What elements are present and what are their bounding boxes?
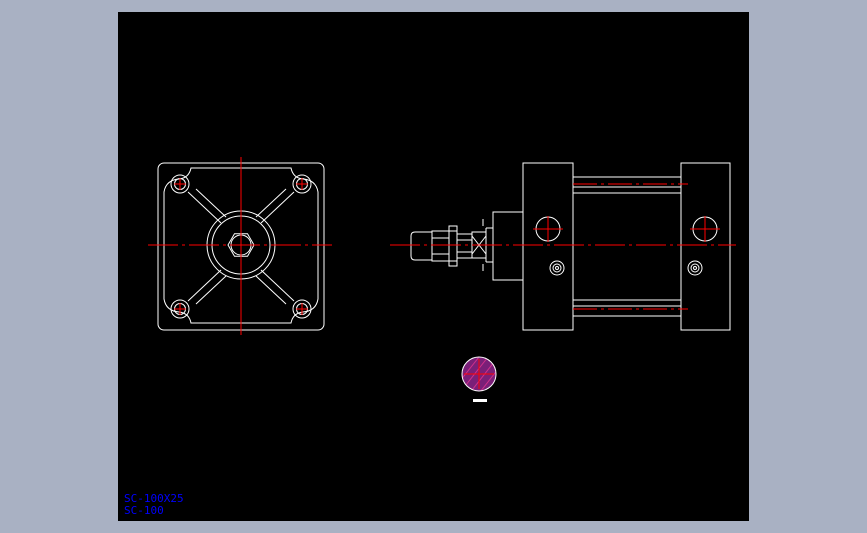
front-view-centerlines: [148, 157, 332, 335]
cad-drawing: [148, 157, 736, 402]
size-label: SC-100: [124, 504, 164, 517]
model-label: SC-100X25: [124, 492, 184, 505]
front-cushion-screw: [549, 260, 565, 276]
rod-thread: [410, 231, 472, 261]
drawing-canvas[interactable]: SC-100X25 SC-100: [118, 12, 749, 521]
front-cover: [522, 162, 574, 331]
side-view: [410, 162, 731, 331]
section-marker-bar: [473, 399, 487, 402]
tie-rod-upper: [573, 186, 681, 194]
side-view-centerlines: [390, 183, 736, 310]
rod-end-nut: [431, 225, 458, 267]
rear-cushion-screw: [687, 260, 703, 276]
viewer-frame: SC-100X25 SC-100: [0, 0, 867, 533]
rear-cover: [680, 162, 731, 331]
rod-bushing: [492, 211, 524, 281]
tie-rod-lower: [573, 299, 681, 307]
cylinder-tube: [573, 176, 681, 317]
section-detail: [461, 356, 497, 402]
